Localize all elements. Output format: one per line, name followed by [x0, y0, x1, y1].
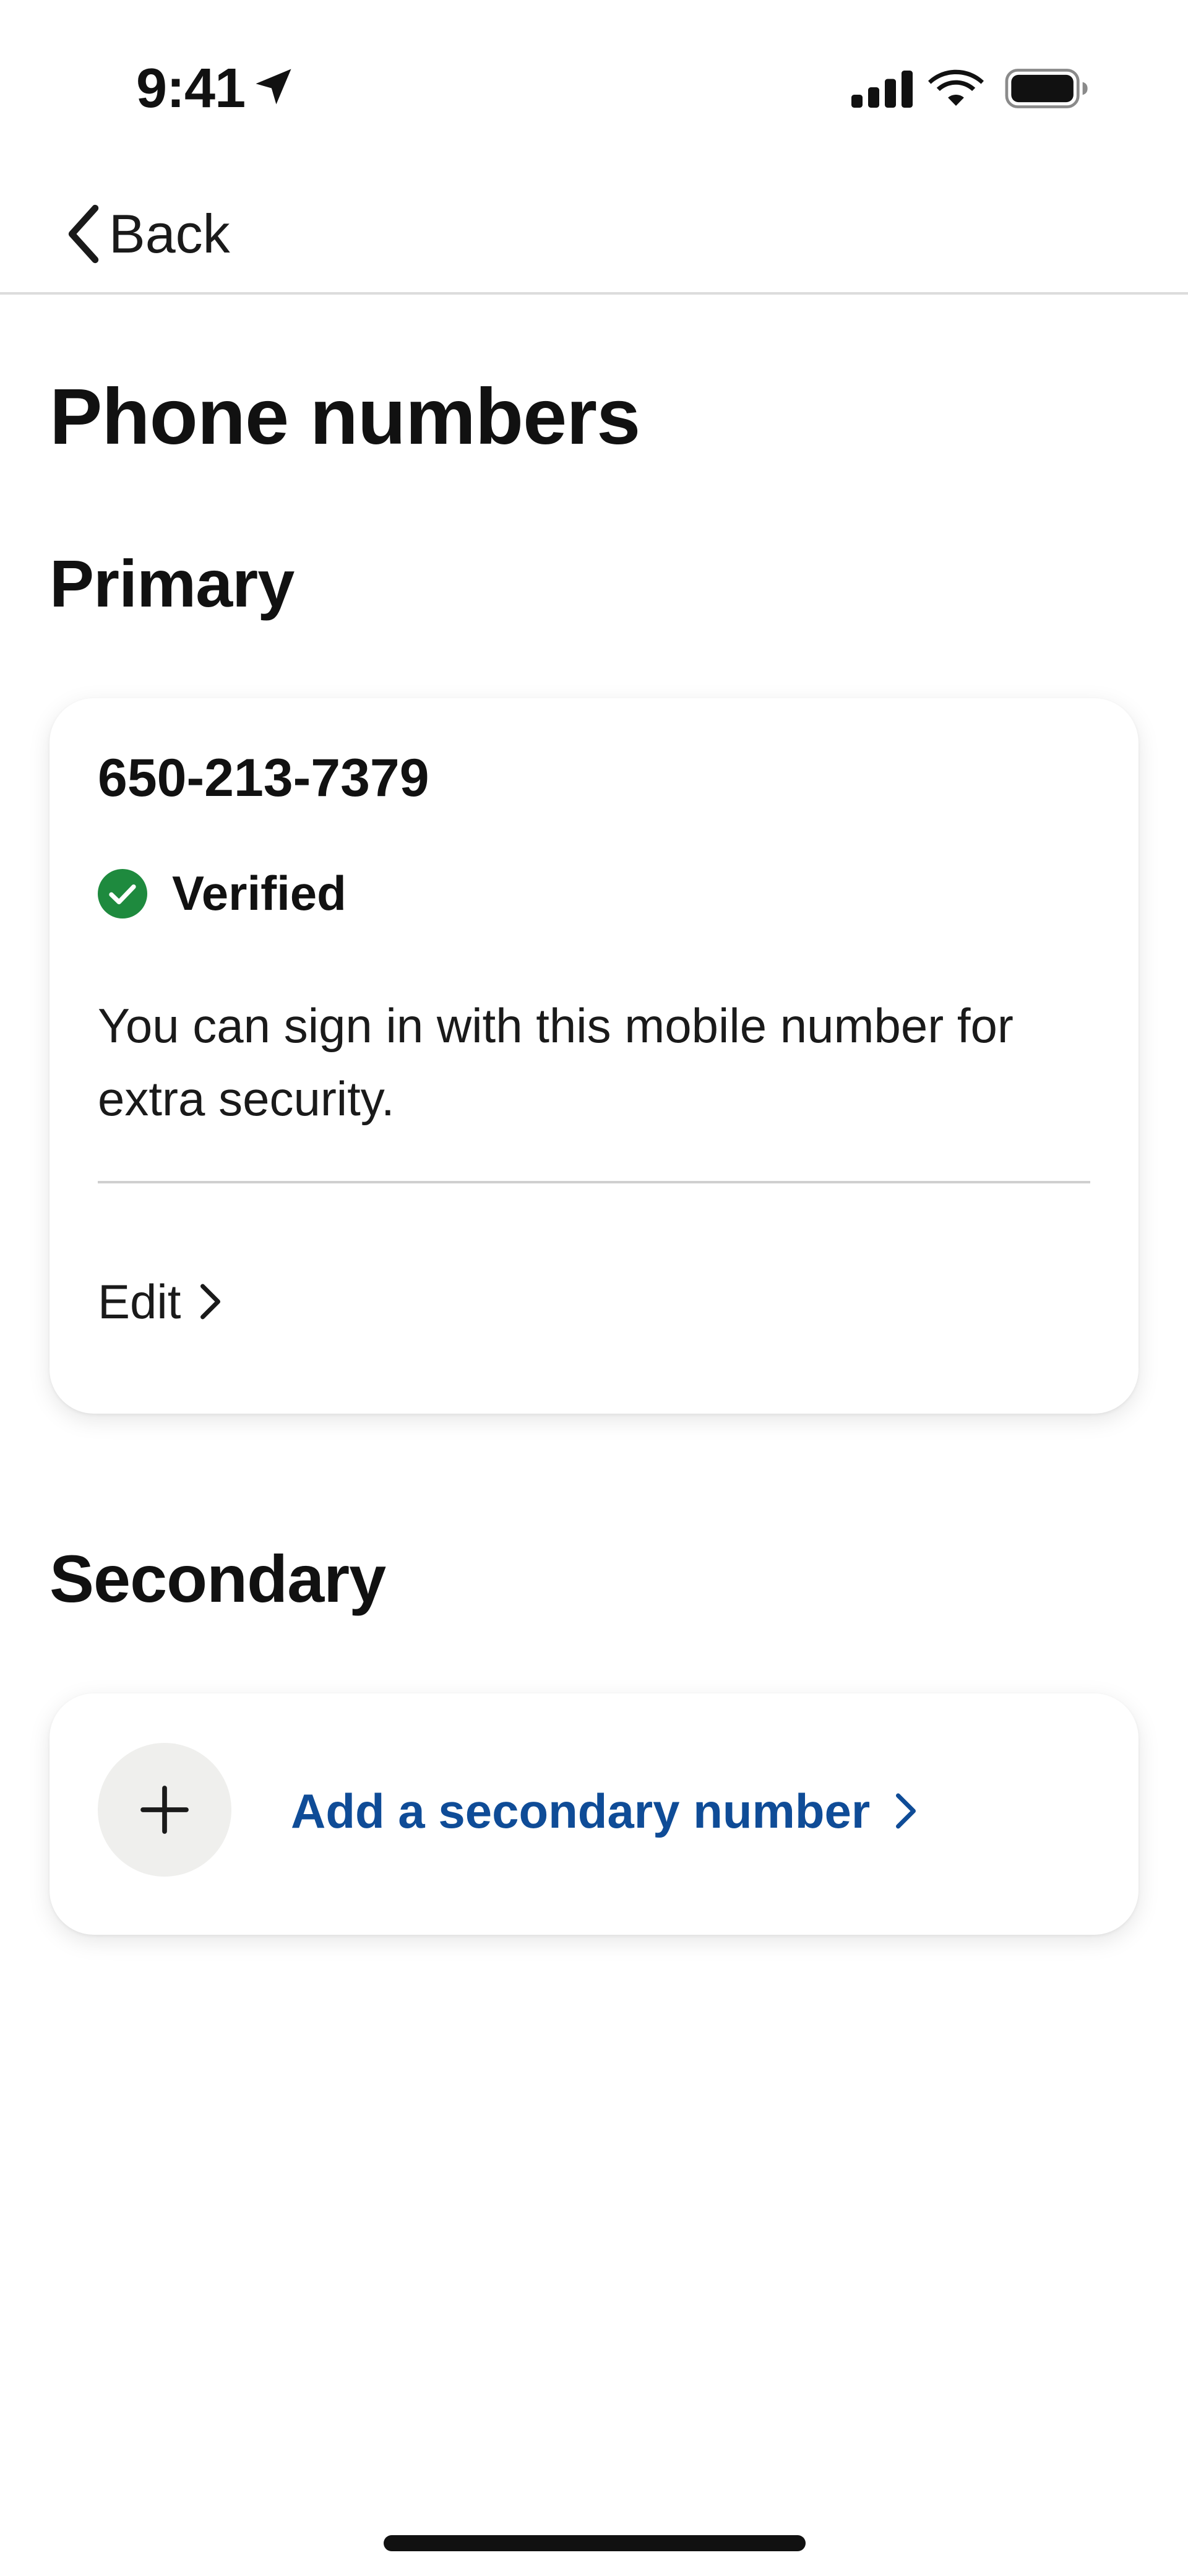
primary-phone-number: 650-213-7379 — [98, 748, 429, 808]
add-secondary-number-label: Add a secondary number — [291, 1783, 871, 1838]
location-arrow-icon — [256, 69, 291, 105]
home-indicator[interactable] — [384, 2535, 806, 2551]
verified-label: Verified — [172, 866, 346, 920]
wifi-icon — [928, 69, 984, 106]
status-time: 9:41 — [136, 58, 246, 119]
back-button[interactable]: Back — [62, 196, 230, 272]
chevron-right-icon — [200, 1284, 221, 1320]
primary-phone-card: 650-213-7379 Verified You can sign in wi… — [50, 698, 1138, 1414]
primary-heading: Primary — [50, 546, 295, 621]
plus-icon — [140, 1786, 189, 1834]
verified-status: Verified — [98, 865, 346, 922]
edit-label: Edit — [98, 1274, 181, 1329]
card-divider — [98, 1181, 1090, 1183]
edit-button[interactable]: Edit — [98, 1268, 224, 1336]
nav-bar: Back — [0, 173, 1188, 295]
page-title: Phone numbers — [50, 373, 640, 461]
chevron-left-icon — [68, 204, 99, 264]
chevron-right-icon — [896, 1793, 916, 1829]
secondary-heading: Secondary — [50, 1541, 386, 1616]
cellular-signal-icon — [851, 71, 913, 108]
status-bar: 9:41 — [0, 0, 1188, 173]
back-label: Back — [109, 203, 230, 264]
add-secondary-number-link[interactable]: Add a secondary number — [291, 1774, 919, 1848]
add-secondary-number-card[interactable]: Add a secondary number — [50, 1693, 1138, 1935]
primary-description: You can sign in with this mobile number … — [98, 998, 1014, 1126]
battery-icon — [1005, 69, 1088, 108]
add-button-circle[interactable] — [98, 1743, 231, 1877]
check-circle-icon — [98, 868, 147, 918]
